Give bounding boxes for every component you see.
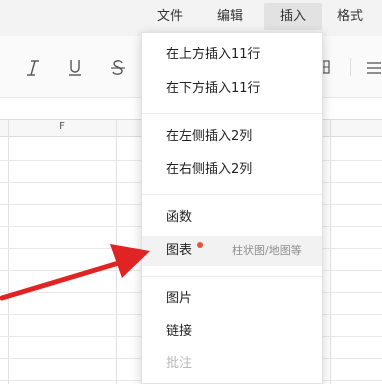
annotation-arrow (0, 244, 150, 301)
